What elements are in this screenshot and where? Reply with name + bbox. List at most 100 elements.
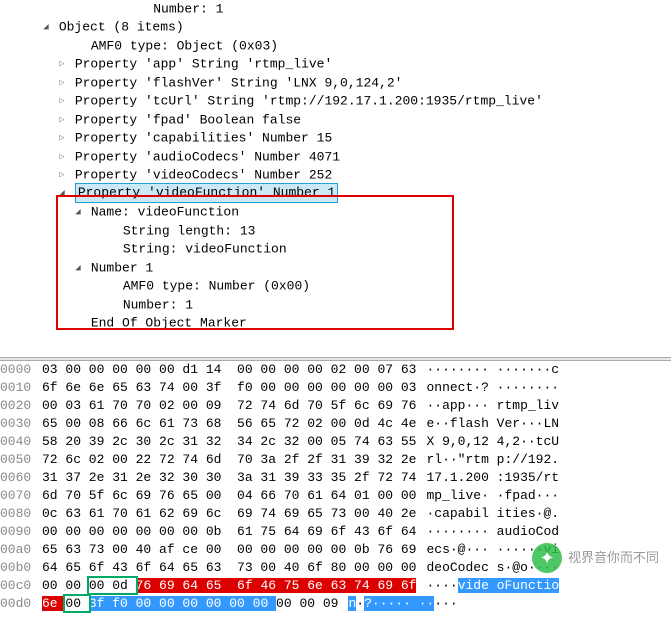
tree-row[interactable]: String length: 13 (0, 222, 671, 240)
tree-toggler[interactable] (57, 111, 67, 129)
tree-row[interactable]: Property 'capabilities' Number 15 (0, 129, 671, 147)
tree-label: Property 'videoCodecs' Number 252 (75, 167, 332, 182)
tree-label: Property 'fpad' Boolean false (75, 112, 301, 127)
tree-row[interactable]: Property 'flashVer' String 'LNX 9,0,124,… (0, 74, 671, 92)
hex-bytes: 6f 6e 6e 65 63 74 00 3f f0 00 00 00 00 0… (42, 379, 416, 397)
tree-row[interactable]: End Of Object Marker (0, 314, 671, 332)
tree-row[interactable]: Property 'fpad' Boolean false (0, 111, 671, 129)
hex-ascii: 17.1.200 :1935/rt (426, 469, 559, 487)
hex-row[interactable]: 00d06e 00 3f f0 00 00 00 00 00 00 00 00 … (0, 595, 671, 613)
hex-ascii: ··app··· rtmp_liv (426, 397, 559, 415)
hex-row[interactable]: 00706d 70 5f 6c 69 76 65 00 04 66 70 61 … (0, 487, 671, 505)
hex-ascii: mp_live· ·fpad··· (426, 487, 559, 505)
tree-label: Property 'videoFunction' Number 1 (78, 185, 335, 200)
hex-offset: 0090 (0, 523, 42, 541)
tree-label: End Of Object Marker (91, 315, 247, 330)
hex-offset: 00c0 (0, 577, 42, 595)
tree-label: Property 'tcUrl' String 'rtmp://192.17.1… (75, 94, 543, 109)
hex-bytes: 0c 63 61 70 61 62 69 6c 69 74 69 65 73 0… (42, 505, 416, 523)
hex-bytes: 65 63 73 00 40 af ce 00 00 00 00 00 00 0… (42, 541, 416, 559)
tree-pane: Number: 1 Object (8 items) AMF0 type: Ob… (0, 0, 671, 357)
tree-toggler[interactable] (57, 55, 67, 73)
hex-ascii: n·?····· ····· (348, 595, 457, 613)
tree-toggler[interactable] (73, 259, 83, 277)
hex-bytes: 64 65 6f 43 6f 64 65 63 73 00 40 6f 80 0… (42, 559, 416, 577)
hex-bytes: 58 20 39 2c 30 2c 31 32 34 2c 32 00 05 7… (42, 433, 416, 451)
hex-offset: 0030 (0, 415, 42, 433)
hex-offset: 00d0 (0, 595, 42, 613)
hex-bytes: 72 6c 02 00 22 72 74 6d 70 3a 2f 2f 31 3… (42, 451, 416, 469)
hex-ascii: ·capabil ities·@. (426, 505, 559, 523)
hex-ascii: ····vide oFunctio (426, 577, 559, 595)
hex-highlight: 3f f0 00 00 00 00 00 00 (89, 596, 276, 611)
tree-toggler[interactable] (57, 166, 67, 184)
hex-bytes: 00 00 00 00 00 00 00 0b 61 75 64 69 6f 4… (42, 523, 416, 541)
tree-label: String length: 13 (123, 223, 256, 238)
hex-offset: 0080 (0, 505, 42, 523)
watermark-text: 视界音你而不同 (568, 549, 659, 567)
tree-toggler (105, 222, 115, 240)
hex-ascii: ········ ·······c (426, 361, 559, 379)
tree-toggler[interactable] (57, 129, 67, 147)
hex-offset: 00a0 (0, 541, 42, 559)
hex-row[interactable]: 00c000 00 00 0d 76 69 64 65 6f 46 75 6e … (0, 577, 671, 595)
tree-row[interactable]: Property 'app' String 'rtmp_live' (0, 55, 671, 73)
hex-row[interactable]: 00106f 6e 6e 65 63 74 00 3f f0 00 00 00 … (0, 379, 671, 397)
tree-row[interactable]: Property 'videoCodecs' Number 252 (0, 166, 671, 184)
tree-row[interactable]: AMF0 type: Number (0x00) (0, 277, 671, 295)
hex-row[interactable]: 002000 03 61 70 70 02 00 09 72 74 6d 70 … (0, 397, 671, 415)
hex-row[interactable]: 005072 6c 02 00 22 72 74 6d 70 3a 2f 2f … (0, 451, 671, 469)
hex-bytes: 65 00 08 66 6c 61 73 68 56 65 72 02 00 0… (42, 415, 416, 433)
tree-row-selected[interactable]: Property 'videoFunction' Number 1 (75, 183, 338, 203)
tree-label: String: videoFunction (123, 242, 287, 257)
tree-toggler[interactable] (41, 18, 51, 36)
tree-label: Property 'capabilities' Number 15 (75, 131, 332, 146)
hex-row[interactable]: 000003 00 00 00 00 00 d1 14 00 00 00 00 … (0, 361, 671, 379)
hex-offset: 0060 (0, 469, 42, 487)
hex-row[interactable]: 009000 00 00 00 00 00 00 0b 61 75 64 69 … (0, 523, 671, 541)
hex-bytes: 00 00 00 0d 76 69 64 65 6f 46 75 6e 63 7… (42, 577, 416, 595)
hex-highlight: 76 69 64 65 6f 46 75 6e 63 74 69 6f (136, 578, 417, 593)
hex-boxed: 00 0d (89, 578, 136, 593)
tree-toggler (73, 0, 83, 18)
tree-toggler (73, 37, 83, 55)
watermark: ✦ 视界音你而不同 (532, 543, 659, 573)
tree-row[interactable]: Property 'audioCodecs' Number 4071 (0, 148, 671, 166)
tree-toggler (105, 240, 115, 258)
hex-row[interactable]: 004058 20 39 2c 30 2c 31 32 34 2c 32 00 … (0, 433, 671, 451)
hex-boxed: 00 (65, 596, 88, 611)
tree-label: Number 1 (91, 260, 153, 275)
tree-toggler (73, 314, 83, 332)
hex-ascii: X 9,0,12 4,2··tcU (426, 433, 559, 451)
hex-row[interactable]: 006031 37 2e 31 2e 32 30 30 3a 31 39 33 … (0, 469, 671, 487)
tree-toggler[interactable] (57, 92, 67, 110)
hex-offset: 00b0 (0, 559, 42, 577)
hex-offset: 0070 (0, 487, 42, 505)
tree-toggler[interactable] (73, 203, 83, 221)
tree-toggler[interactable] (57, 74, 67, 92)
tree-label: Number: 1 (91, 1, 224, 16)
tree-toggler[interactable] (57, 187, 67, 199)
tree-row[interactable]: AMF0 type: Object (0x03) (0, 37, 671, 55)
wechat-icon: ✦ (532, 543, 562, 573)
tree-row[interactable]: String: videoFunction (0, 240, 671, 258)
tree-row[interactable]: Number 1 (0, 259, 671, 277)
hex-ascii-highlight: vide oFunctio (458, 578, 559, 593)
tree-toggler[interactable] (57, 148, 67, 166)
hex-bytes: 6e 00 3f f0 00 00 00 00 00 00 00 00 09 (42, 595, 338, 613)
tree-label: Property 'app' String 'rtmp_live' (75, 57, 332, 72)
hex-offset: 0020 (0, 397, 42, 415)
hex-bytes: 31 37 2e 31 2e 32 30 30 3a 31 39 33 35 2… (42, 469, 416, 487)
tree-toggler (105, 296, 115, 314)
hex-row[interactable]: 003065 00 08 66 6c 61 73 68 56 65 72 02 … (0, 415, 671, 433)
tree-row[interactable]: Name: videoFunction (0, 203, 671, 221)
tree-row[interactable]: Property 'tcUrl' String 'rtmp://192.17.1… (0, 92, 671, 110)
hex-offset: 0000 (0, 361, 42, 379)
tree-toggler (105, 277, 115, 295)
hex-offset: 0040 (0, 433, 42, 451)
tree-row[interactable]: Object (8 items) (0, 18, 671, 36)
hex-bytes: 00 03 61 70 70 02 00 09 72 74 6d 70 5f 6… (42, 397, 416, 415)
tree-row[interactable]: Number: 1 (0, 0, 671, 18)
tree-row[interactable]: Number: 1 (0, 296, 671, 314)
hex-row[interactable]: 00800c 63 61 70 61 62 69 6c 69 74 69 65 … (0, 505, 671, 523)
